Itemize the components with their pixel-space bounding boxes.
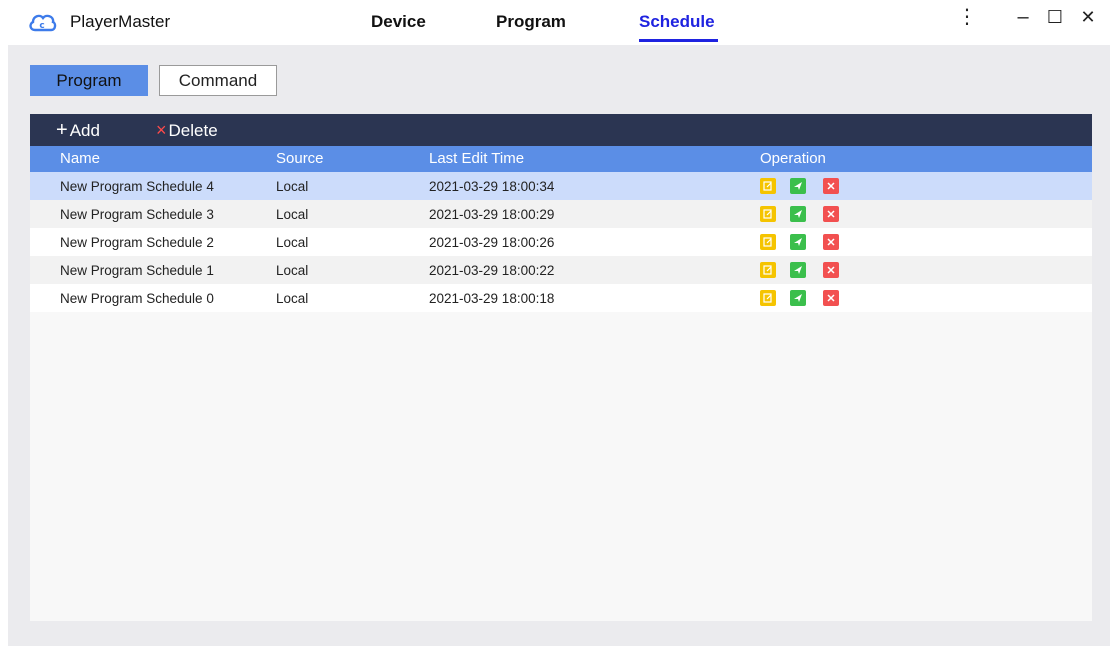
table-row[interactable]: New Program Schedule 0 Local 2021-03-29 … [30, 284, 1092, 312]
column-header-operation: Operation [760, 150, 826, 167]
delete-label: Delete [168, 121, 218, 140]
app-title: PlayerMaster [70, 12, 171, 31]
delete-icon[interactable] [823, 290, 839, 306]
cell-last-edit-time: 2021-03-29 18:00:34 [429, 179, 555, 194]
edit-icon[interactable] [760, 234, 776, 250]
delete-icon[interactable] [823, 262, 839, 278]
delete-icon[interactable] [823, 178, 839, 194]
table-row[interactable]: New Program Schedule 1 Local 2021-03-29 … [30, 256, 1092, 284]
table-row[interactable]: New Program Schedule 3 Local 2021-03-29 … [30, 200, 1092, 228]
table-header: Name Source Last Edit Time Operation [30, 146, 1092, 172]
cell-name: New Program Schedule 2 [60, 235, 214, 250]
cell-name: New Program Schedule 3 [60, 207, 214, 222]
tab-device[interactable]: Device [371, 12, 426, 32]
send-icon[interactable] [790, 178, 806, 194]
cell-source: Local [276, 291, 309, 306]
send-icon[interactable] [790, 290, 806, 306]
segment-command-button[interactable]: Command [159, 65, 277, 96]
delete-icon[interactable] [823, 234, 839, 250]
svg-text:c: c [39, 21, 44, 31]
tab-schedule[interactable]: Schedule [639, 12, 715, 32]
table-row[interactable]: New Program Schedule 4 Local 2021-03-29 … [30, 172, 1092, 200]
edit-icon[interactable] [760, 262, 776, 278]
segment-program-button[interactable]: Program [30, 65, 148, 96]
edit-icon[interactable] [760, 178, 776, 194]
cell-last-edit-time: 2021-03-29 18:00:18 [429, 291, 555, 306]
cell-last-edit-time: 2021-03-29 18:00:29 [429, 207, 555, 222]
send-icon[interactable] [790, 206, 806, 222]
title-bar: c PlayerMaster Device Program Schedule ⋮… [0, 0, 1110, 42]
tab-program[interactable]: Program [496, 12, 566, 32]
cell-source: Local [276, 179, 309, 194]
table-row[interactable]: New Program Schedule 2 Local 2021-03-29 … [30, 228, 1092, 256]
cell-last-edit-time: 2021-03-29 18:00:26 [429, 235, 555, 250]
x-icon: × [156, 120, 167, 140]
edit-icon[interactable] [760, 206, 776, 222]
column-header-last-edit-time[interactable]: Last Edit Time [429, 150, 524, 167]
cell-last-edit-time: 2021-03-29 18:00:22 [429, 263, 555, 278]
cloud-icon: c [29, 14, 57, 32]
table-body: New Program Schedule 4 Local 2021-03-29 … [30, 172, 1092, 312]
cell-name: New Program Schedule 0 [60, 291, 214, 306]
cell-name: New Program Schedule 4 [60, 179, 214, 194]
main-content: Program Command + Add × Delete Name Source… [8, 45, 1110, 646]
send-icon[interactable] [790, 234, 806, 250]
table-toolbar: + Add × Delete [30, 114, 1092, 146]
close-button[interactable]: ✕ [1073, 2, 1103, 32]
add-button[interactable]: + Add [56, 118, 100, 142]
cell-source: Local [276, 263, 309, 278]
cell-name: New Program Schedule 1 [60, 263, 214, 278]
more-menu-icon[interactable]: ⋮ [952, 2, 982, 32]
column-header-source[interactable]: Source [276, 150, 324, 167]
delete-button[interactable]: × Delete [156, 118, 218, 142]
column-header-name[interactable]: Name [60, 150, 100, 167]
schedule-table-panel: + Add × Delete Name Source Last Edit Time … [30, 114, 1092, 621]
cell-source: Local [276, 207, 309, 222]
add-label: Add [69, 121, 100, 140]
active-tab-indicator [639, 39, 718, 42]
edit-icon[interactable] [760, 290, 776, 306]
plus-icon: + [56, 119, 68, 141]
cell-source: Local [276, 235, 309, 250]
minimize-button[interactable]: – [1008, 2, 1038, 32]
delete-icon[interactable] [823, 206, 839, 222]
maximize-button[interactable]: ☐ [1040, 2, 1070, 32]
send-icon[interactable] [790, 262, 806, 278]
